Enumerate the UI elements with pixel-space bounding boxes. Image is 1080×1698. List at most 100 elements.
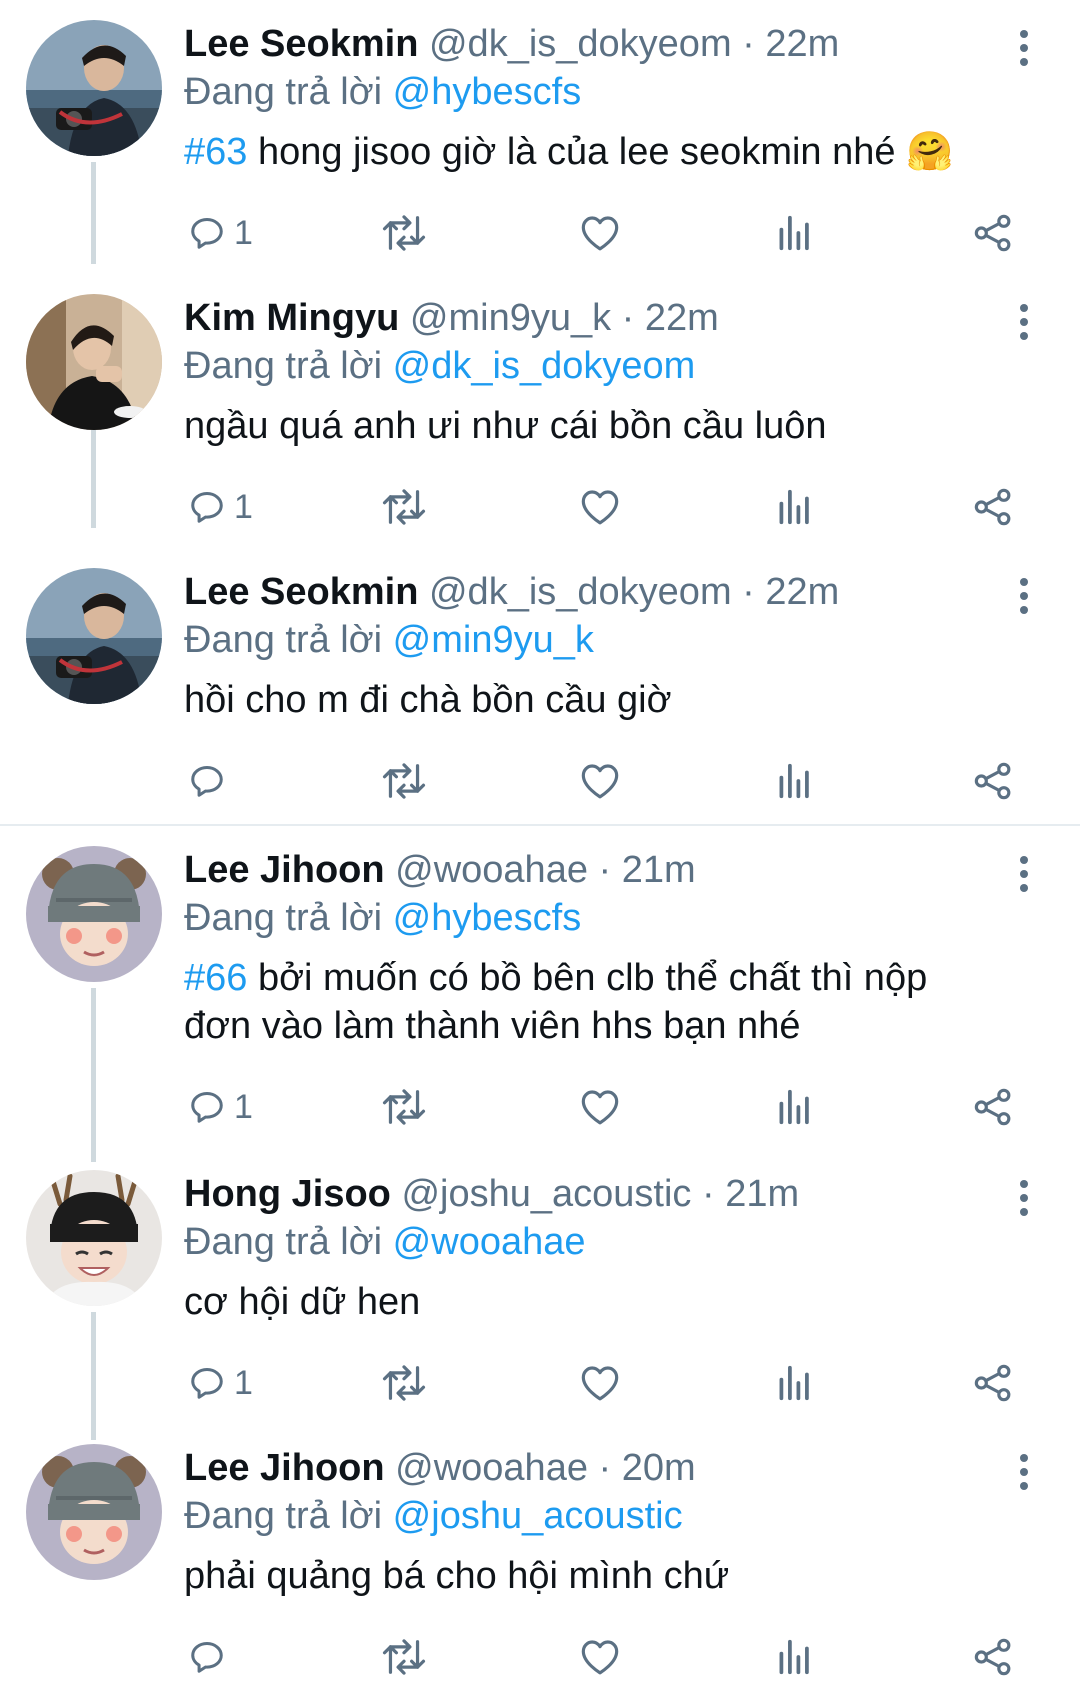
hashtag[interactable]: #63 <box>184 131 247 173</box>
tweet-body: ngầu quá anh ưi như cái bồn cầu luôn <box>184 405 827 447</box>
avatar-lee-seokmin[interactable] <box>26 568 162 704</box>
replying-to-mention[interactable]: @hybescfs <box>393 71 582 113</box>
replying-to-mention[interactable]: @min9yu_k <box>393 619 594 661</box>
display-name[interactable]: Hong Jisoo <box>184 1173 391 1215</box>
reply-count: 1 <box>234 1087 253 1126</box>
analytics-button[interactable] <box>778 753 812 809</box>
share-button[interactable] <box>973 1355 1013 1411</box>
more-options-icon[interactable] <box>1010 854 1038 894</box>
reply-button[interactable]: 1 <box>188 1079 253 1135</box>
display-name[interactable]: Lee Jihoon <box>184 849 385 891</box>
tweet[interactable]: Lee Seokmin @dk_is_dokyeom · 22m Đang tr… <box>0 548 1080 824</box>
tweet-actions: 1 <box>0 479 1080 535</box>
more-options-icon[interactable] <box>1010 1178 1038 1218</box>
retweet-button[interactable] <box>382 479 426 535</box>
retweet-button[interactable] <box>382 1355 426 1411</box>
user-handle[interactable]: @dk_is_dokyeom <box>429 23 732 65</box>
timestamp[interactable]: · 22m <box>742 23 839 65</box>
avatar-lee-seokmin[interactable] <box>26 20 162 156</box>
like-button[interactable] <box>580 1355 620 1411</box>
like-button[interactable] <box>580 205 620 261</box>
retweet-icon <box>382 762 426 800</box>
reply-button[interactable]: 1 <box>188 479 253 535</box>
analytics-icon <box>778 1364 812 1402</box>
heart-icon <box>580 488 620 526</box>
more-options-icon[interactable] <box>1010 28 1038 68</box>
tweet[interactable]: Kim Mingyu @min9yu_k · 22m Đang trả lời … <box>0 274 1080 548</box>
avatar-lee-jihoon[interactable] <box>26 1444 162 1580</box>
tweet-body: cơ hội dữ hen <box>184 1281 421 1323</box>
replying-to-mention[interactable]: @joshu_acoustic <box>393 1495 683 1537</box>
user-handle[interactable]: @wooahae <box>395 849 588 891</box>
reply-button[interactable] <box>188 753 234 809</box>
timestamp[interactable]: · 22m <box>742 571 839 613</box>
display-name[interactable]: Kim Mingyu <box>184 297 399 339</box>
replying-to-mention[interactable]: @hybescfs <box>393 897 582 939</box>
timestamp[interactable]: · 22m <box>622 297 719 339</box>
retweet-button[interactable] <box>382 1079 426 1135</box>
timestamp[interactable]: · 21m <box>702 1173 799 1215</box>
replying-to-mention[interactable]: @wooahae <box>393 1221 586 1263</box>
timestamp[interactable]: · 21m <box>599 849 696 891</box>
reply-button[interactable] <box>188 1629 234 1685</box>
analytics-button[interactable] <box>778 1079 812 1135</box>
avatar-kim-mingyu[interactable] <box>26 294 162 430</box>
share-icon <box>973 1087 1013 1127</box>
heart-icon <box>580 1638 620 1676</box>
like-button[interactable] <box>580 1079 620 1135</box>
analytics-button[interactable] <box>778 1629 812 1685</box>
reply-button[interactable]: 1 <box>188 1355 253 1411</box>
share-button[interactable] <box>973 479 1013 535</box>
analytics-button[interactable] <box>778 1355 812 1411</box>
analytics-button[interactable] <box>778 205 812 261</box>
tweet-text: ngầu quá anh ưi như cái bồn cầu luôn <box>184 402 1004 450</box>
user-handle[interactable]: @min9yu_k <box>410 297 611 339</box>
replying-to-label: Đang trả lời <box>184 1495 383 1537</box>
tweet-header: Hong Jisoo @joshu_acoustic · 21m <box>184 1170 799 1218</box>
user-handle[interactable]: @joshu_acoustic <box>401 1173 691 1215</box>
share-button[interactable] <box>973 753 1013 809</box>
retweet-icon <box>382 214 426 252</box>
replying-to-mention[interactable]: @dk_is_dokyeom <box>393 345 696 387</box>
more-options-icon[interactable] <box>1010 576 1038 616</box>
share-button[interactable] <box>973 1079 1013 1135</box>
replying-to: Đang trả lời @joshu_acoustic <box>184 1492 683 1540</box>
reply-icon <box>188 762 226 800</box>
more-options-icon[interactable] <box>1010 302 1038 342</box>
display-name[interactable]: Lee Jihoon <box>184 1447 385 1489</box>
reply-icon <box>188 488 226 526</box>
tweet[interactable]: Lee Jihoon @wooahae · 21m Đang trả lời @… <box>0 826 1080 1148</box>
like-button[interactable] <box>580 753 620 809</box>
tweet[interactable]: Hong Jisoo @joshu_acoustic · 21m Đang tr… <box>0 1150 1080 1424</box>
reply-count: 1 <box>234 213 253 252</box>
avatar-lee-jihoon[interactable] <box>26 846 162 982</box>
tweet-body: hồi cho m đi chà bồn cầu giờ <box>184 679 672 721</box>
display-name[interactable]: Lee Seokmin <box>184 23 418 65</box>
reply-button[interactable]: 1 <box>188 205 253 261</box>
like-button[interactable] <box>580 1629 620 1685</box>
reply-count: 1 <box>234 1363 253 1402</box>
user-handle[interactable]: @dk_is_dokyeom <box>429 571 732 613</box>
tweet-actions: 1 <box>0 205 1080 261</box>
share-icon <box>973 213 1013 253</box>
tweet-actions <box>0 1629 1080 1685</box>
tweet[interactable]: Lee Seokmin @dk_is_dokyeom · 22m Đang tr… <box>0 0 1080 270</box>
tweet[interactable]: Lee Jihoon @wooahae · 20m Đang trả lời @… <box>0 1424 1080 1698</box>
retweet-button[interactable] <box>382 753 426 809</box>
retweet-button[interactable] <box>382 205 426 261</box>
share-icon <box>973 761 1013 801</box>
display-name[interactable]: Lee Seokmin <box>184 571 418 613</box>
tweet-text: hồi cho m đi chà bồn cầu giờ <box>184 676 1004 724</box>
share-button[interactable] <box>973 1629 1013 1685</box>
analytics-button[interactable] <box>778 479 812 535</box>
retweet-button[interactable] <box>382 1629 426 1685</box>
timestamp[interactable]: · 20m <box>599 1447 696 1489</box>
share-icon <box>973 1363 1013 1403</box>
hashtag[interactable]: #66 <box>184 957 247 999</box>
user-handle[interactable]: @wooahae <box>395 1447 588 1489</box>
like-button[interactable] <box>580 479 620 535</box>
more-options-icon[interactable] <box>1010 1452 1038 1492</box>
share-button[interactable] <box>973 205 1013 261</box>
analytics-icon <box>778 762 812 800</box>
avatar-hong-jisoo[interactable] <box>26 1170 162 1306</box>
